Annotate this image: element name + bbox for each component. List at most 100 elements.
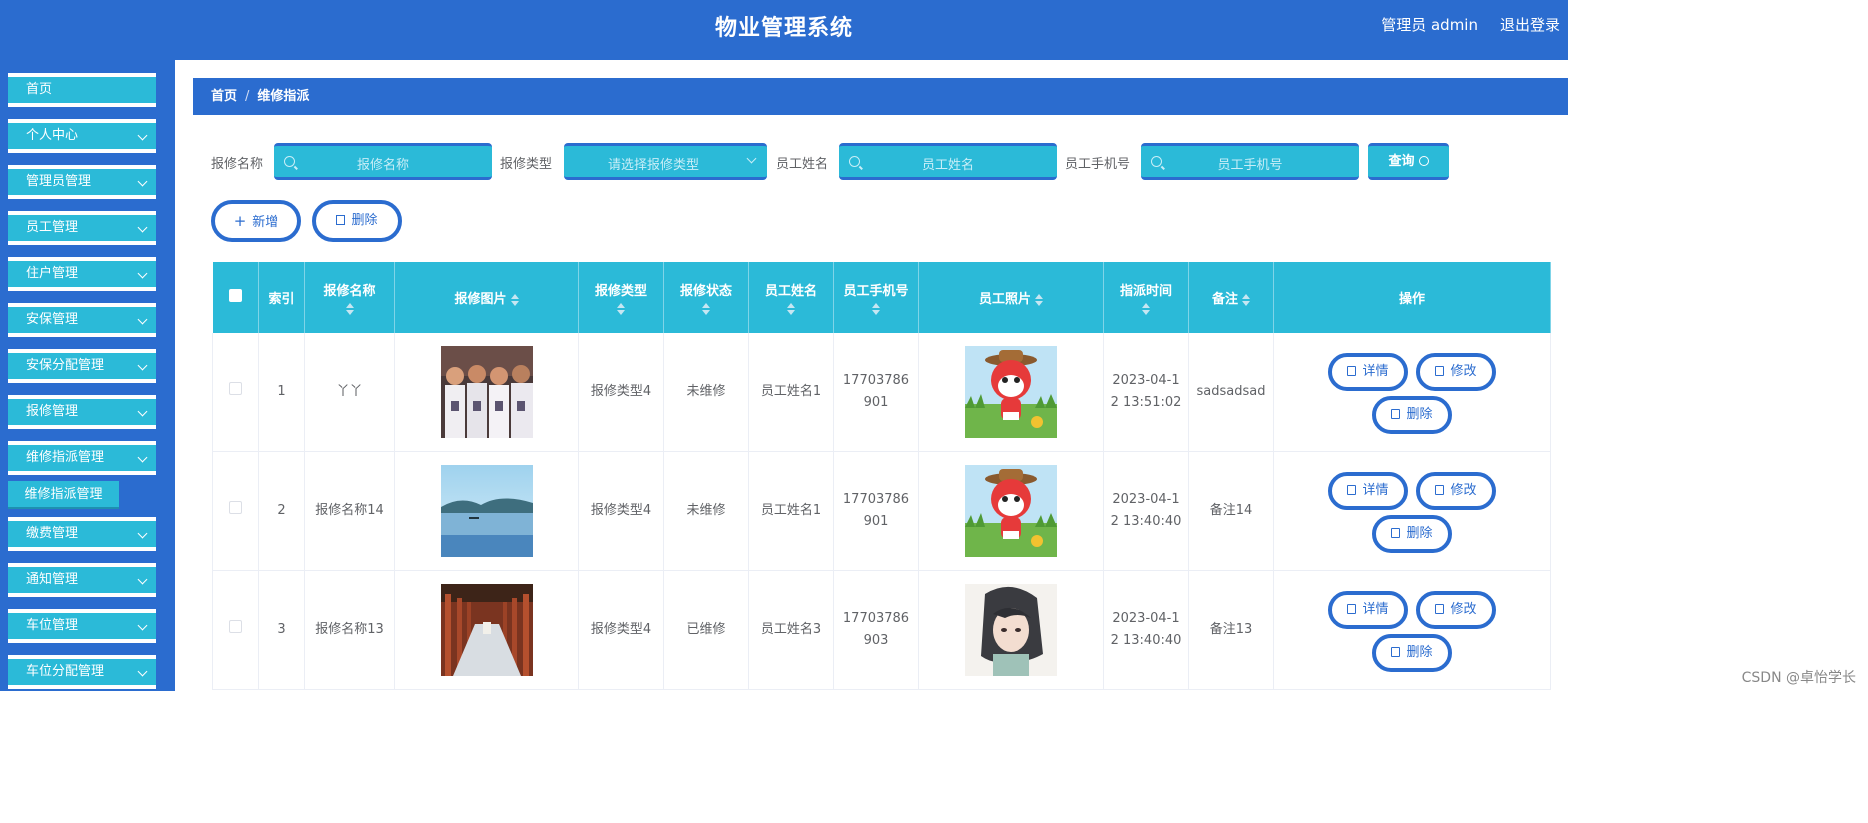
sidebar-item-profile[interactable]: 个人中心 (8, 119, 156, 153)
sort-icon[interactable] (345, 303, 354, 315)
cell-employee-phone: 17703786 901 (833, 451, 919, 571)
cell-index: 1 (258, 333, 305, 452)
sort-icon[interactable] (1242, 293, 1250, 306)
trash-icon (1391, 647, 1401, 657)
sort-icon[interactable] (872, 303, 880, 315)
lake-photo-image[interactable] (440, 465, 533, 557)
header-label: 操作 (1398, 292, 1425, 307)
cell-repair-status: 未维修 (663, 333, 749, 452)
time-part: 2023-04-1 (1112, 373, 1180, 388)
header-label: 报修图片 (454, 292, 507, 307)
edit-icon (1435, 604, 1445, 614)
sort-icon[interactable] (617, 303, 625, 315)
employee-phone-input[interactable]: 员工手机号 (1141, 143, 1359, 180)
cell-assign-time: 2023-04-1 2 13:40:40 (1103, 570, 1189, 690)
header-label: 员工手机号 (843, 284, 909, 299)
chevron-down-icon (137, 314, 148, 325)
delete-button[interactable]: 删除 (1372, 634, 1452, 672)
team-photo-image[interactable] (440, 346, 533, 438)
bulk-delete-button[interactable]: 删除 (312, 200, 402, 242)
row-checkbox[interactable] (212, 451, 259, 571)
edit-button[interactable]: 修改 (1416, 591, 1496, 629)
chevron-down-icon (137, 406, 148, 417)
sidebar-item-security[interactable]: 安保管理 (8, 303, 156, 337)
row-checkbox[interactable] (212, 333, 259, 452)
col-employee-photo[interactable]: 员工照片 (918, 262, 1104, 333)
row-checkbox[interactable] (212, 570, 259, 690)
sidebar-item-parking-assign[interactable]: 车位分配管理 (8, 655, 156, 689)
col-assign-time[interactable]: 指派时间 (1103, 262, 1189, 333)
sidebar-item-label: 车位管理 (26, 618, 79, 633)
col-employee-phone[interactable]: 员工手机号 (833, 262, 919, 333)
anime-girl-avatar-image[interactable] (965, 584, 1057, 676)
employee-name-input[interactable]: 员工姓名 (839, 143, 1057, 180)
sidebar-item-label: 维修指派管理 (26, 450, 105, 465)
edit-label: 修改 (1450, 602, 1477, 617)
col-repair-status[interactable]: 报修状态 (663, 262, 749, 333)
breadcrumb-separator: / (245, 89, 250, 104)
cell-repair-status: 已维修 (663, 570, 749, 690)
cell-repair-name: 报修名称13 (304, 570, 395, 690)
delete-label: 删除 (1406, 407, 1433, 422)
header-label: 备注 (1211, 292, 1238, 307)
sort-icon[interactable] (702, 303, 710, 315)
breadcrumb-home[interactable]: 首页 (211, 89, 237, 104)
detail-button[interactable]: 详情 (1328, 472, 1408, 510)
sidebar-item-repair-assign[interactable]: 维修指派管理 (8, 441, 156, 475)
sort-icon[interactable] (1035, 293, 1043, 306)
col-repair-image[interactable]: 报修图片 (394, 262, 579, 333)
add-button[interactable]: + 新增 (211, 200, 301, 242)
repair-name-input[interactable]: 报修名称 (274, 143, 492, 180)
delete-label: 删除 (1406, 645, 1433, 660)
cell-actions: 详情 修改 删除 (1273, 451, 1551, 571)
phone-part: 17703786 (842, 492, 910, 507)
sidebar-item-label: 首页 (26, 82, 53, 97)
cell-repair-type: 报修类型4 (578, 333, 664, 452)
header-label: 报修状态 (679, 284, 732, 299)
delete-button[interactable]: 删除 (1372, 396, 1452, 434)
sidebar-item-notices[interactable]: 通知管理 (8, 563, 156, 597)
sidebar-item-parking[interactable]: 车位管理 (8, 609, 156, 643)
cell-repair-type: 报修类型4 (578, 570, 664, 690)
sidebar-item-admins[interactable]: 管理员管理 (8, 165, 156, 199)
sidebar-item-employees[interactable]: 员工管理 (8, 211, 156, 245)
repair-name-label: 报修名称 (211, 157, 264, 172)
table-header-row: 索引 报修名称 报修图片 报修类型 报修状态 员工姓名 员工手机号 员工照片 指… (212, 262, 1551, 333)
document-icon (1347, 366, 1357, 376)
cell-employee-photo (918, 451, 1104, 571)
edit-button[interactable]: 修改 (1416, 472, 1496, 510)
sidebar-item-payments[interactable]: 缴费管理 (8, 517, 156, 551)
sort-icon[interactable] (787, 303, 795, 315)
cartoon-fox-avatar-image[interactable] (965, 465, 1057, 557)
repair-type-select[interactable]: 请选择报修类型 (564, 143, 767, 180)
cell-repair-image (394, 570, 579, 690)
detail-button[interactable]: 详情 (1328, 353, 1408, 391)
col-note[interactable]: 备注 (1188, 262, 1274, 333)
corridor-photo-image[interactable] (440, 584, 533, 676)
edit-button[interactable]: 修改 (1416, 353, 1496, 391)
phone-part: 903 (863, 633, 889, 648)
cell-employee-photo (918, 333, 1104, 452)
sort-icon[interactable] (1142, 303, 1150, 315)
col-employee-name[interactable]: 员工姓名 (748, 262, 834, 333)
query-button[interactable]: 查询 (1368, 143, 1449, 180)
sidebar-subitem-repair-assign[interactable]: 维修指派管理 (8, 481, 119, 509)
cartoon-fox-avatar-image[interactable] (965, 346, 1057, 438)
delete-button[interactable]: 删除 (1372, 515, 1452, 553)
col-repair-name[interactable]: 报修名称 (304, 262, 395, 333)
col-repair-type[interactable]: 报修类型 (578, 262, 664, 333)
sidebar-item-home[interactable]: 首页 (8, 73, 156, 107)
sidebar-item-repairs[interactable]: 报修管理 (8, 395, 156, 429)
sort-icon[interactable] (510, 293, 519, 306)
sidebar-item-security-assign[interactable]: 安保分配管理 (8, 349, 156, 383)
cell-note: 备注13 (1188, 570, 1274, 690)
sidebar-item-residents[interactable]: 住户管理 (8, 257, 156, 291)
repair-assign-table: 索引 报修名称 报修图片 报修类型 报修状态 员工姓名 员工手机号 员工照片 指… (212, 262, 1551, 690)
detail-label: 详情 (1362, 483, 1389, 498)
detail-button[interactable]: 详情 (1328, 591, 1408, 629)
sidebar-item-label: 住户管理 (26, 266, 79, 281)
select-all-checkbox[interactable] (212, 262, 259, 333)
add-button-label: 新增 (252, 215, 279, 230)
table-row: 3 报修名称13 报修类型4 已维修 员工姓名3 17703786 903 20… (212, 570, 1551, 690)
logout-link[interactable]: 退出登录 (1500, 14, 1560, 35)
